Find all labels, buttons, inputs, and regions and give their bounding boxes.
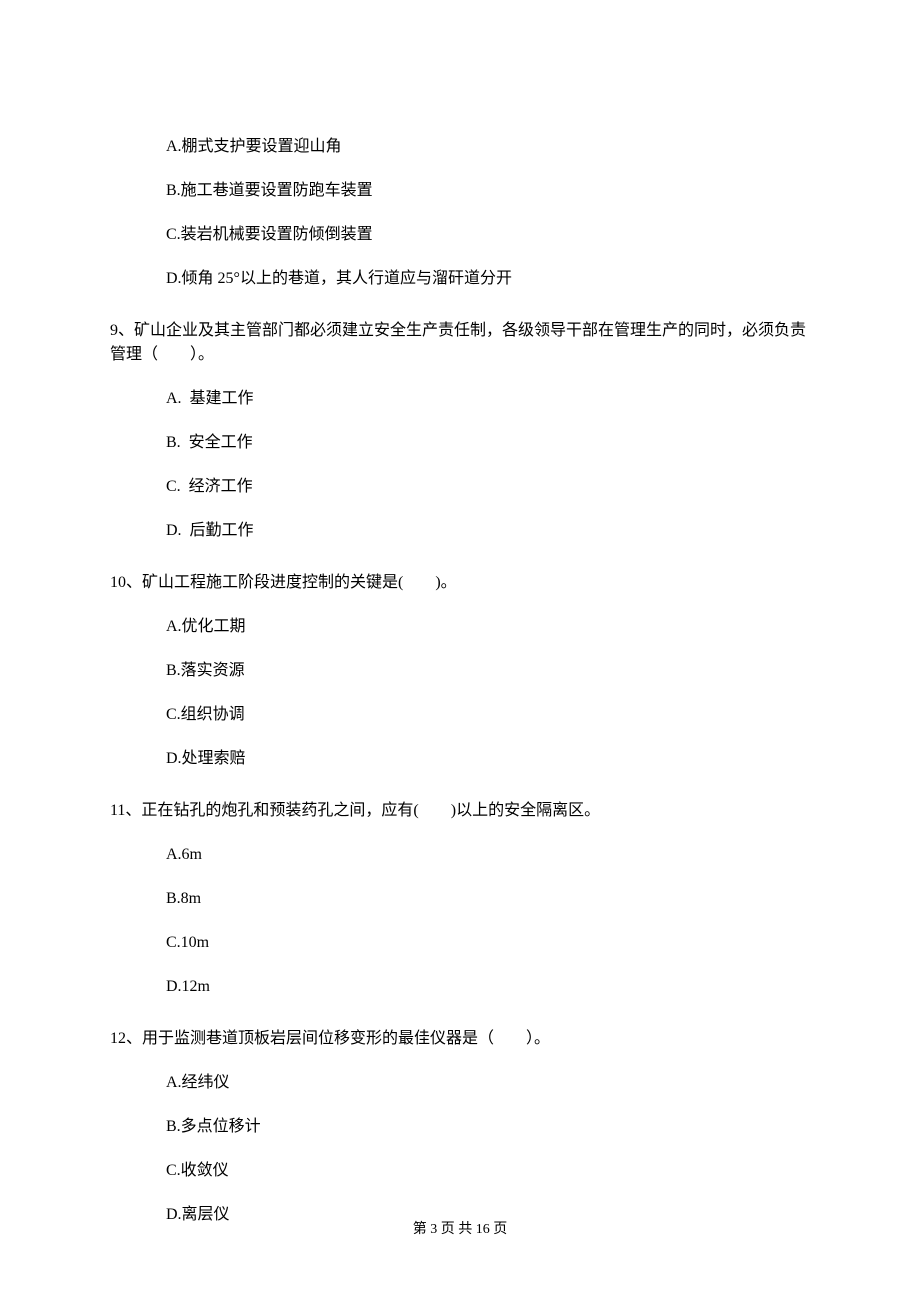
q12-option-a: A.经纬仪 — [110, 1071, 810, 1095]
q11-option-a: A.6m — [110, 843, 810, 867]
q10-option-a: A.优化工期 — [110, 615, 810, 639]
q8-option-b: B.施工巷道要设置防跑车装置 — [110, 179, 810, 203]
q8-option-d: D.倾角 25°以上的巷道，其人行道应与溜矸道分开 — [110, 267, 810, 291]
q9-option-a: A. 基建工作 — [110, 387, 810, 411]
q11-options: A.6m B.8m C.10m D.12m — [110, 843, 810, 999]
q9-option-c: C. 经济工作 — [110, 475, 810, 499]
q9-stem: 9、矿山企业及其主管部门都必须建立安全生产责任制，各级领导干部在管理生产的同时，… — [110, 319, 810, 367]
q11-option-b: B.8m — [110, 887, 810, 911]
q10-option-b: B.落实资源 — [110, 659, 810, 683]
q11-stem: 11、正在钻孔的炮孔和预装药孔之间，应有( )以上的安全隔离区。 — [110, 799, 810, 823]
page-footer: 第 3 页 共 16 页 — [0, 1218, 920, 1238]
q12-stem: 12、用于监测巷道顶板岩层间位移变形的最佳仪器是（ ）。 — [110, 1027, 810, 1051]
q8-option-a: A.棚式支护要设置迎山角 — [110, 135, 810, 159]
document-page: A.棚式支护要设置迎山角 B.施工巷道要设置防跑车装置 C.装岩机械要设置防倾倒… — [0, 0, 920, 1302]
q10-options: A.优化工期 B.落实资源 C.组织协调 D.处理索赔 — [110, 615, 810, 771]
q10-option-c: C.组织协调 — [110, 703, 810, 727]
q8-option-c: C.装岩机械要设置防倾倒装置 — [110, 223, 810, 247]
q12-options: A.经纬仪 B.多点位移计 C.收敛仪 D.离层仪 — [110, 1071, 810, 1227]
q9-option-d: D. 后勤工作 — [110, 519, 810, 543]
q10-option-d: D.处理索赔 — [110, 747, 810, 771]
q10-stem: 10、矿山工程施工阶段进度控制的关键是( )。 — [110, 571, 810, 595]
q11-option-c: C.10m — [110, 931, 810, 955]
q12-option-c: C.收敛仪 — [110, 1159, 810, 1183]
q9-option-b: B. 安全工作 — [110, 431, 810, 455]
q11-option-d: D.12m — [110, 975, 810, 999]
q12-option-b: B.多点位移计 — [110, 1115, 810, 1139]
q9-options: A. 基建工作 B. 安全工作 C. 经济工作 D. 后勤工作 — [110, 387, 810, 543]
